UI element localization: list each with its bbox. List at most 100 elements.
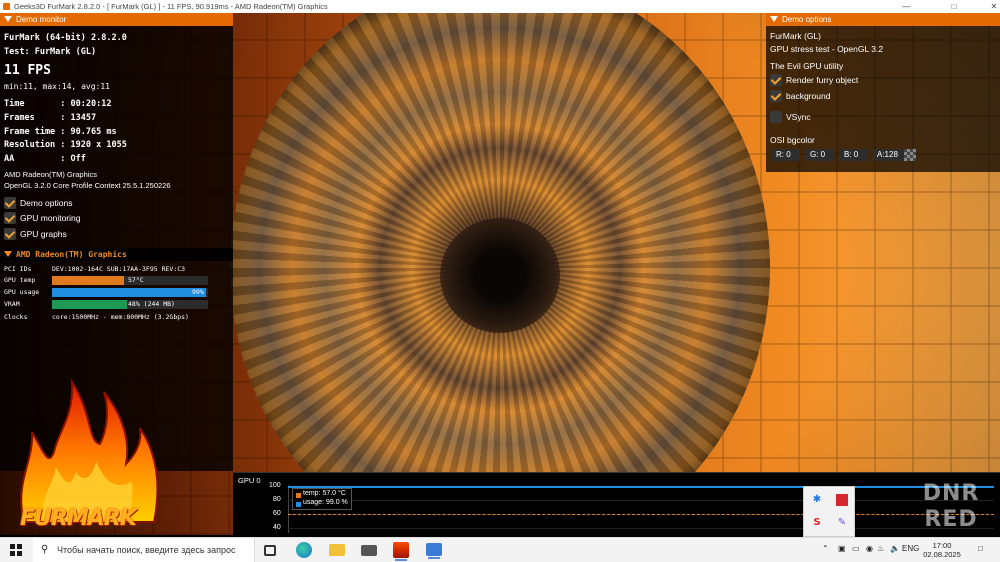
app-name: FurMark (64-bit) 2.8.2.0 xyxy=(4,33,127,43)
furmark-taskbar-icon[interactable] xyxy=(393,542,409,561)
search-icon: ⚲ xyxy=(41,544,49,555)
demo-options-header[interactable]: Demo options xyxy=(766,13,1000,26)
clock-time: 17:00 xyxy=(932,541,952,550)
demo-monitor-title: Demo monitor xyxy=(16,15,67,24)
chevron-up-icon[interactable]: ⌃ xyxy=(822,544,829,553)
windows-taskbar: ⚲ Чтобы начать поиск, введите здесь запр… xyxy=(0,537,1000,562)
y-tick-label: 60 xyxy=(273,510,281,517)
furmark-logo-text: FURMARK xyxy=(20,506,137,531)
temp-legend-label: temp: 57.0 °C xyxy=(303,490,346,497)
stat-frames: Frames : 13457 xyxy=(4,113,97,123)
language-indicator[interactable]: ENG xyxy=(902,544,919,553)
donut-hole xyxy=(440,218,560,333)
monitor-icon[interactable]: ▣ xyxy=(838,544,846,553)
renderer-name: AMD Radeon(TM) Graphics xyxy=(4,170,97,179)
clock-date: 02.08.2025 xyxy=(923,550,961,559)
demo-monitor-header[interactable]: Demo monitor xyxy=(0,13,233,26)
gpu-usage-bar: 99% xyxy=(52,288,208,297)
checkbox-checked-icon[interactable] xyxy=(770,74,782,86)
taskbar-search[interactable]: ⚲ Чтобы начать поиск, введите здесь запр… xyxy=(33,538,255,562)
close-button[interactable]: ✕ xyxy=(976,0,1000,13)
checkbox-checked-icon[interactable] xyxy=(770,90,782,102)
search-placeholder: Чтобы начать поиск, введите здесь запрос xyxy=(57,545,236,555)
pen-icon[interactable]: ✎ xyxy=(832,513,852,533)
minimize-button[interactable]: — xyxy=(888,0,924,13)
alpha-channel-field[interactable]: A:128 xyxy=(873,149,903,161)
dnr-red-watermark: DNR RED xyxy=(922,481,980,532)
gl-context: OpenGL 3.2.0 Core Profile Context 25.5.1… xyxy=(4,181,171,190)
gridline xyxy=(288,500,994,501)
mail-icon[interactable] xyxy=(361,545,377,556)
usage-legend-label: usage: 99.0 % xyxy=(303,499,348,506)
fps-readout: 11 FPS xyxy=(4,63,51,78)
utility-label: The Evil GPU utility xyxy=(770,61,844,71)
checkbox-checked-icon[interactable] xyxy=(4,197,16,209)
temp-series-line xyxy=(288,514,994,515)
wifi-icon[interactable]: ◉ xyxy=(866,544,873,553)
green-channel-field[interactable]: G: 0 xyxy=(806,149,834,161)
taskbar-clock[interactable]: 17:00 02.08.2025 xyxy=(918,541,966,559)
color-preview-swatch[interactable] xyxy=(904,149,916,161)
stat-aa: AA : Off xyxy=(4,154,86,164)
graph-plot-area xyxy=(288,485,994,533)
mute-icon[interactable]: ♨ xyxy=(877,544,884,553)
gpu-temp-bar: 57°C xyxy=(52,276,208,285)
y-tick-label: 80 xyxy=(273,496,281,503)
gpu-usage-row: GPU usage 99% xyxy=(4,287,214,297)
security-app-icon[interactable]: S xyxy=(807,513,827,533)
gpu-usage-value: 99% xyxy=(192,288,204,296)
window-titlebar: Geeks3D FurMark 2.8.2.0 - [ FurMark (GL)… xyxy=(0,0,1000,13)
edge-browser-icon[interactable] xyxy=(296,542,312,558)
usage-series-line xyxy=(288,486,994,488)
gpu-usage-fill xyxy=(52,288,207,297)
blue-channel-field[interactable]: B: 0 xyxy=(840,149,868,161)
test-name: Test: FurMark (GL) xyxy=(4,47,97,57)
checkbox-checked-icon[interactable] xyxy=(4,228,16,240)
graph-legend: temp: 57.0 °C usage: 99.0 % xyxy=(292,488,352,510)
vram-value: 48% (244 MB) xyxy=(128,300,175,308)
gpu-temp-row: GPU temp 57°C xyxy=(4,275,214,285)
fps-range: min:11, max:14, avg:11 xyxy=(4,82,110,91)
task-view-icon[interactable] xyxy=(264,545,276,556)
gpu-temp-fill xyxy=(52,276,124,285)
stat-frame-time: Frame time : 90.765 ms xyxy=(4,127,117,137)
volume-icon[interactable]: 🔈 xyxy=(890,544,900,553)
graph-title: GPU 0 xyxy=(238,476,261,485)
usage-legend-swatch xyxy=(296,502,301,507)
bluetooth-icon[interactable]: ✱ xyxy=(807,490,827,510)
tray-overflow-popup: ✱ S ✎ xyxy=(803,486,855,537)
collapse-triangle-icon xyxy=(4,251,12,257)
window-title: Geeks3D FurMark 2.8.2.0 - [ FurMark (GL)… xyxy=(14,2,328,11)
gridline xyxy=(288,528,994,529)
collapse-triangle-icon xyxy=(4,16,12,22)
gpu-monitor-title: AMD Radeon(TM) Graphics xyxy=(16,250,127,259)
vram-bar: 48% (244 MB) xyxy=(52,300,208,309)
osi-bgcolor-label: OSI bgcolor xyxy=(770,135,815,145)
vram-fill xyxy=(52,300,127,309)
battery-icon[interactable]: ▭ xyxy=(852,544,860,553)
checkbox-checked-icon[interactable] xyxy=(4,212,16,224)
notifications-icon[interactable]: □ xyxy=(978,544,983,553)
y-tick-label: 100 xyxy=(269,482,281,489)
vram-row: VRAM 48% (244 MB) xyxy=(4,299,214,309)
demo-options-title: Demo options xyxy=(782,15,832,24)
start-button[interactable] xyxy=(10,544,22,556)
demo-name: FurMark (GL) xyxy=(770,31,821,41)
stat-resolution: Resolution : 1920 x 1055 xyxy=(4,140,127,150)
red-channel-field[interactable]: R: 0 xyxy=(772,149,800,161)
gpu-graph-panel: GPU 0 100 80 60 40 temp: 57.0 °C usage: … xyxy=(233,472,1000,535)
file-explorer-icon[interactable] xyxy=(329,544,345,556)
demo-description: GPU stress test - OpenGL 3.2 xyxy=(770,44,884,54)
amd-software-icon[interactable] xyxy=(832,490,852,510)
demo-options-panel: Demo options FurMark (GL) GPU stress tes… xyxy=(766,13,1000,172)
furmark-app-icon xyxy=(3,3,10,10)
checkbox-unchecked-icon[interactable] xyxy=(770,111,782,123)
temp-legend-swatch xyxy=(296,493,301,498)
collapse-triangle-icon xyxy=(770,16,778,22)
gpu-temp-value: 57°C xyxy=(128,276,144,284)
gpu-monitor-header[interactable]: AMD Radeon(TM) Graphics xyxy=(0,248,233,261)
maximize-button[interactable]: □ xyxy=(936,0,972,13)
stat-time: Time : 00:20:12 xyxy=(4,99,112,109)
y-tick-label: 40 xyxy=(273,524,281,531)
window-taskbar-icon[interactable] xyxy=(426,543,442,559)
